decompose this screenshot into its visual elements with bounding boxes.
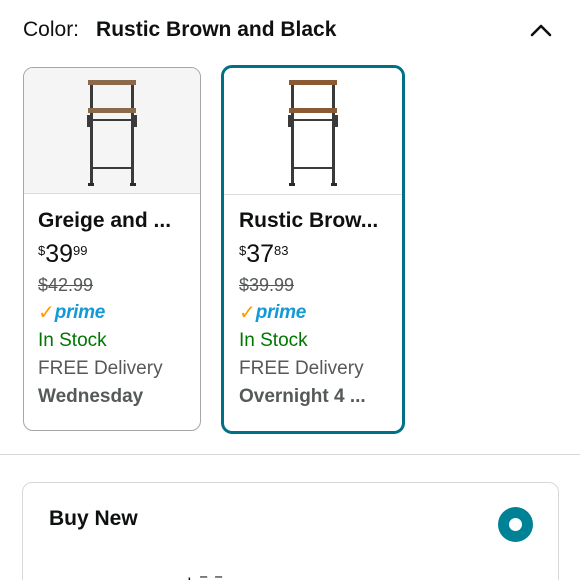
- stock-status: In Stock: [239, 330, 308, 351]
- radio-selected-icon[interactable]: [498, 507, 533, 542]
- price-whole: 37: [246, 240, 275, 268]
- delivery-label: FREE Delivery: [239, 358, 364, 379]
- selected-color-value: Rustic Brown and Black: [96, 18, 337, 41]
- swatch-title: Greige and ...: [38, 209, 172, 232]
- price: $ 39 99: [38, 240, 186, 268]
- delivery-day: Wednesday: [38, 386, 144, 407]
- stock-status: In Stock: [38, 330, 107, 351]
- price-symbol: $: [38, 243, 46, 258]
- delivery-label: FREE Delivery: [38, 358, 163, 379]
- color-swatch-greige[interactable]: Greige and ... $ 39 99 $42.99 ✓ prime In…: [23, 67, 201, 431]
- radio-dot: [509, 518, 522, 531]
- chevron-up-icon[interactable]: [526, 15, 556, 45]
- price: $ 37 83: [239, 240, 388, 268]
- delivery-day: Overnight 4 ...: [239, 386, 366, 407]
- buy-new-option[interactable]: Buy New | ‾ ‾: [22, 482, 559, 580]
- prime-badge: ✓ prime: [38, 302, 186, 324]
- prime-check-icon: ✓: [239, 302, 256, 324]
- list-price: $39.99: [239, 275, 295, 295]
- color-selector-header: Color: Rustic Brown and Black: [23, 15, 556, 45]
- prime-check-icon: ✓: [38, 302, 55, 324]
- prime-badge: ✓ prime: [239, 302, 388, 324]
- color-swatch-rustic-brown[interactable]: Rustic Brow... $ 37 83 $39.99 ✓ prime In…: [221, 65, 405, 434]
- price-fraction: 99: [73, 243, 88, 258]
- prime-word: prime: [255, 302, 307, 323]
- product-thumbnail: [224, 68, 402, 195]
- swatch-title: Rustic Brow...: [239, 209, 379, 232]
- product-thumbnail: [24, 68, 200, 194]
- prime-word: prime: [54, 302, 106, 323]
- color-label: Color:: [23, 18, 80, 41]
- price-fraction: 83: [274, 243, 289, 258]
- section-divider: [0, 454, 580, 455]
- partial-price-text: | ‾ ‾: [187, 575, 224, 580]
- buy-new-title: Buy New: [49, 507, 138, 530]
- price-whole: 39: [45, 240, 74, 268]
- price-symbol: $: [239, 243, 247, 258]
- list-price: $42.99: [38, 275, 94, 295]
